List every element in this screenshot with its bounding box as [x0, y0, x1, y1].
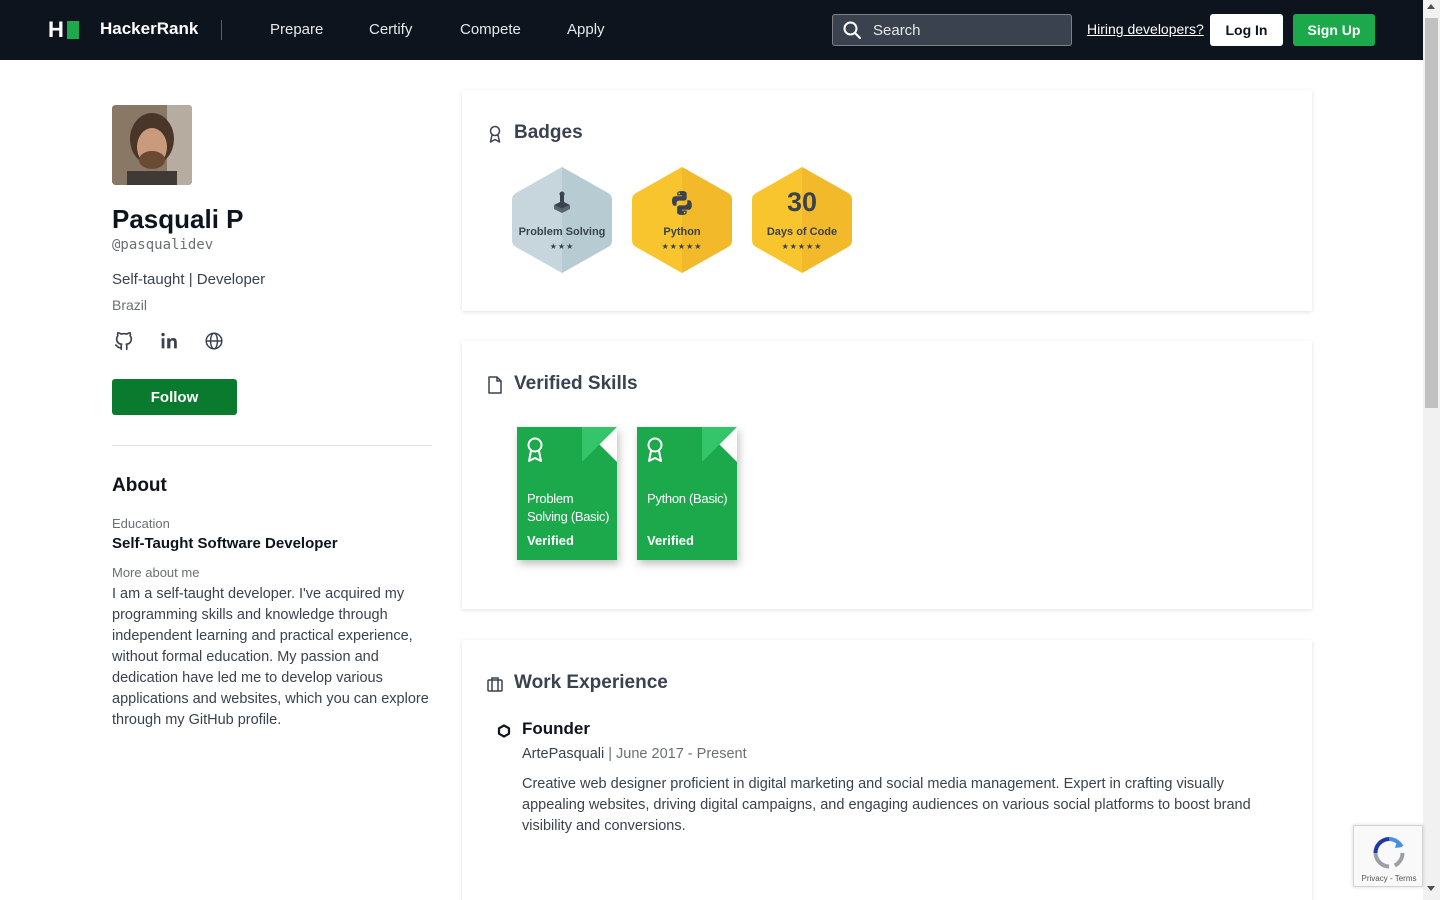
globe-icon[interactable] [203, 330, 225, 352]
search-icon [843, 21, 861, 39]
skill-name: Problem Solving (Basic) [527, 491, 610, 524]
job-role: Founder [522, 719, 590, 738]
skill-name: Python (Basic) [647, 491, 728, 506]
badge-name: Python [663, 226, 701, 238]
scroll-down-arrow-icon[interactable] [1427, 886, 1435, 891]
verified-skills-title: Verified Skills [514, 373, 638, 394]
job-dates: June 2017 - Present [616, 746, 747, 762]
recaptcha-badge[interactable]: Privacy - Terms [1353, 825, 1423, 887]
work-experience-card: Work Experience Founder ArtePasquali | J… [462, 640, 1312, 900]
hexagon-bullet-icon [497, 724, 511, 738]
verified-skills-card: Verified Skills Problem Solving (Basic) … [462, 341, 1312, 609]
linkedin-icon[interactable] [158, 330, 180, 352]
badge-stars: ★★★ [549, 242, 575, 251]
python-icon [672, 191, 692, 215]
nav-divider [221, 20, 222, 40]
search-input[interactable] [873, 21, 1053, 39]
about-heading: About [112, 475, 167, 496]
skill-status: Verified [647, 533, 694, 548]
job-separator: | [604, 746, 617, 762]
job-company-line: ArtePasquali | June 2017 - Present [522, 746, 747, 762]
brand-name[interactable]: HackerRank [100, 19, 198, 39]
profile-headline: Self-taught | Developer [112, 271, 266, 288]
badge-name: Problem Solving [518, 226, 606, 238]
badge-name: Days of Code [766, 226, 838, 238]
badges-card: Badges Problem Solving ★★★ Python ★★★★★ [462, 90, 1312, 311]
nav-link-certify[interactable]: Certify [369, 21, 412, 38]
login-button[interactable]: Log In [1210, 14, 1283, 46]
badges-title: Badges [514, 122, 583, 143]
badge-problem-solving[interactable]: Problem Solving ★★★ [512, 165, 612, 275]
signup-button[interactable]: Sign Up [1293, 14, 1375, 46]
hiring-developers-link[interactable]: Hiring developers? [1087, 21, 1204, 37]
nav-link-apply[interactable]: Apply [567, 21, 605, 38]
recaptcha-icon [1373, 837, 1405, 869]
skill-certificate-python[interactable]: Python (Basic) Verified [637, 427, 737, 560]
page-scrollbar[interactable] [1423, 0, 1440, 900]
certificate-ribbon-icon [647, 437, 663, 462]
scroll-up-arrow-icon[interactable] [1427, 4, 1435, 9]
education-label: Education [112, 516, 170, 531]
scroll-thumb[interactable] [1425, 18, 1438, 408]
job-description: Creative web designer proficient in digi… [522, 776, 1251, 834]
avatar [112, 105, 192, 185]
skill-certificate-problem-solving[interactable]: Problem Solving (Basic) Verified [517, 427, 617, 560]
badge-days-of-code[interactable]: 30 Days of Code ★★★★★ [752, 165, 852, 275]
profile-handle: @pasqualidev [112, 237, 214, 253]
recaptcha-links[interactable]: Privacy - Terms [1354, 874, 1424, 883]
badge-python[interactable]: Python ★★★★★ [632, 165, 732, 275]
briefcase-icon [487, 677, 503, 692]
about-text: I am a self-taught developer. I've acqui… [112, 586, 429, 728]
profile-divider [112, 445, 432, 446]
search-box[interactable] [832, 14, 1072, 46]
follow-button[interactable]: Follow [112, 379, 237, 415]
problem-solving-icon [554, 191, 570, 213]
nav-link-prepare[interactable]: Prepare [270, 21, 323, 38]
job-company: ArtePasquali [522, 746, 605, 762]
document-icon [488, 376, 502, 394]
badge-ribbon-icon [489, 125, 501, 143]
more-about-label: More about me [112, 565, 200, 580]
certificate-ribbon-icon [527, 437, 543, 462]
nav-link-compete[interactable]: Compete [460, 21, 521, 38]
badge-number: 30 [786, 187, 818, 217]
profile-country: Brazil [112, 297, 148, 313]
badge-stars: ★★★★★ [661, 242, 703, 251]
work-experience-title: Work Experience [514, 672, 668, 693]
education-value: Self-Taught Software Developer [112, 535, 338, 552]
skill-status: Verified [527, 533, 574, 548]
profile-name: Pasquali P [112, 204, 244, 234]
badge-stars: ★★★★★ [781, 242, 823, 251]
hackerrank-logo-icon[interactable]: H [48, 19, 80, 41]
top-navbar: H HackerRank Prepare Certify Compete App… [0, 0, 1423, 60]
github-icon[interactable] [113, 330, 135, 352]
